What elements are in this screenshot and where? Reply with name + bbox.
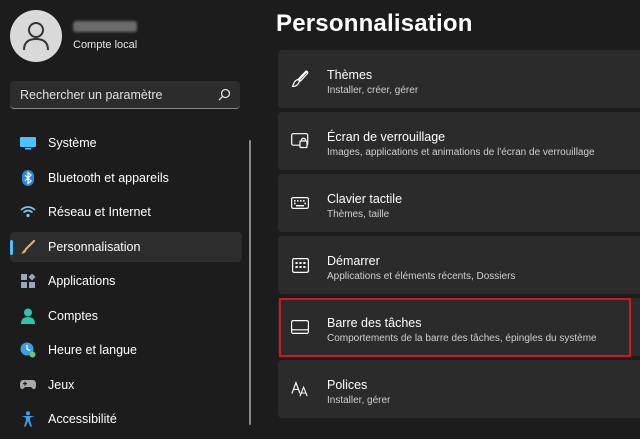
account-type: Compte local bbox=[73, 39, 138, 51]
search-input[interactable] bbox=[10, 81, 222, 109]
sidebar-item-label: Jeux bbox=[48, 377, 75, 392]
fonts-icon bbox=[291, 380, 309, 398]
sidebar-item-label: Heure et langue bbox=[48, 343, 137, 357]
sidebar-item-bluetooth[interactable]: Bluetooth et appareils bbox=[10, 163, 242, 193]
sidebar-item-label: Réseau et Internet bbox=[48, 205, 151, 219]
user-icon bbox=[23, 22, 49, 51]
card-title: Thèmes bbox=[327, 68, 373, 82]
accounts-icon bbox=[20, 308, 36, 324]
taskbar-icon bbox=[291, 318, 309, 336]
apps-icon bbox=[20, 273, 36, 289]
brush-icon bbox=[291, 70, 309, 88]
sidebar-item-applications[interactable]: Applications bbox=[10, 266, 242, 296]
clock-globe-icon bbox=[20, 342, 36, 358]
sidebar-scrollbar[interactable] bbox=[249, 140, 251, 425]
sidebar-item-personnalisation[interactable]: Personnalisation bbox=[10, 231, 242, 262]
card-subtitle: Installer, créer, gérer bbox=[327, 85, 419, 96]
search-box[interactable] bbox=[10, 81, 240, 109]
monitor-icon bbox=[20, 135, 36, 151]
settings-list: Thèmes Installer, créer, gérer Écran de … bbox=[278, 50, 640, 422]
settings-card-lock-screen[interactable]: Écran de verrouillage Images, applicatio… bbox=[278, 112, 640, 170]
avatar[interactable] bbox=[10, 10, 62, 62]
gamepad-icon bbox=[20, 377, 36, 393]
sidebar-item-label: Accessibilité bbox=[48, 412, 117, 426]
sidebar-nav: Système Bluetooth et appareils Réseau et… bbox=[10, 128, 242, 439]
card-title: Démarrer bbox=[327, 254, 380, 268]
card-subtitle: Applications et éléments récents, Dossie… bbox=[327, 271, 516, 282]
settings-card-themes[interactable]: Thèmes Installer, créer, gérer bbox=[278, 50, 640, 108]
sidebar-item-systeme[interactable]: Système bbox=[10, 128, 242, 158]
accessibility-icon bbox=[20, 411, 36, 427]
sidebar-item-label: Bluetooth et appareils bbox=[48, 170, 169, 185]
sidebar-item-label: Personnalisation bbox=[48, 239, 141, 254]
card-title: Écran de verrouillage bbox=[327, 130, 446, 144]
settings-card-fonts[interactable]: Polices Installer, gérer bbox=[278, 360, 640, 418]
bluetooth-icon bbox=[20, 169, 36, 186]
card-title: Polices bbox=[327, 378, 368, 392]
sidebar-item-label: Système bbox=[48, 136, 97, 150]
wifi-icon bbox=[20, 204, 36, 220]
card-title: Barre des tâches bbox=[327, 316, 422, 330]
card-title: Clavier tactile bbox=[327, 192, 403, 206]
sidebar-item-jeux[interactable]: Jeux bbox=[10, 370, 242, 400]
sidebar: Compte local Système Bluetooth et appare… bbox=[0, 0, 256, 432]
settings-card-touch-keyboard[interactable]: Clavier tactile Thèmes, taille bbox=[278, 174, 640, 232]
card-subtitle: Thèmes, taille bbox=[327, 209, 390, 220]
lock-screen-icon bbox=[291, 132, 309, 150]
settings-card-taskbar[interactable]: Barre des tâches Comportements de la bar… bbox=[278, 298, 640, 356]
keyboard-icon bbox=[291, 194, 309, 212]
card-subtitle: Images, applications et animations de l'… bbox=[327, 147, 595, 158]
sidebar-item-accessibilite[interactable]: Accessibilité bbox=[10, 404, 242, 434]
sidebar-item-label: Applications bbox=[48, 274, 116, 288]
search-icon[interactable] bbox=[218, 88, 231, 101]
card-subtitle: Comportements de la barre des tâches, ép… bbox=[327, 333, 597, 344]
card-subtitle: Installer, gérer bbox=[327, 395, 391, 406]
account-name-redacted bbox=[73, 21, 137, 32]
sidebar-item-label: Comptes bbox=[48, 308, 99, 323]
start-icon bbox=[291, 256, 309, 274]
settings-card-start[interactable]: Démarrer Applications et éléments récent… bbox=[278, 236, 640, 294]
sidebar-item-reseau[interactable]: Réseau et Internet bbox=[10, 197, 242, 227]
brush-icon bbox=[20, 239, 36, 255]
sidebar-item-comptes[interactable]: Comptes bbox=[10, 301, 242, 331]
page-title: Personnalisation bbox=[276, 10, 473, 37]
sidebar-item-heure-langue[interactable]: Heure et langue bbox=[10, 335, 242, 365]
